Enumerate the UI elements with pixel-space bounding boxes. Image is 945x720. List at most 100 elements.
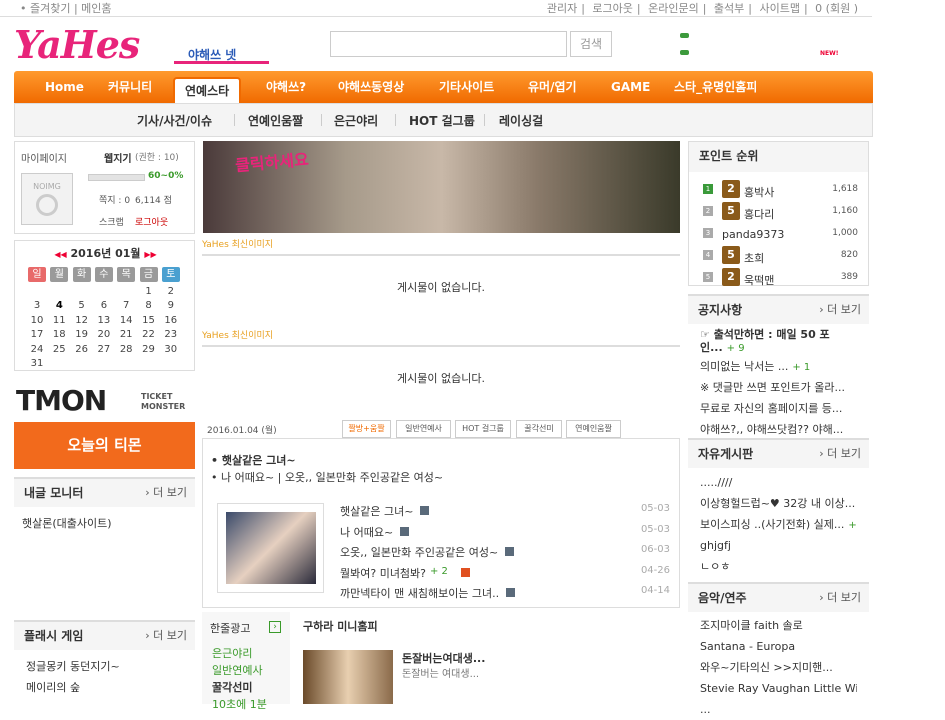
table-row[interactable]: 까만넥타이 맨 새침해보이는 그녀.. 04-14: [340, 585, 675, 603]
list-item[interactable]: 꿀각선미: [212, 679, 267, 696]
site-logo[interactable]: YaHes 야해쓰 넷: [14, 20, 269, 67]
item-title[interactable]: ㄴㅇㅎ: [700, 560, 730, 573]
item-title[interactable]: 보이스피싱 ..(사기전화) 실제...: [700, 518, 844, 531]
nav-home[interactable]: Home: [45, 71, 84, 103]
ranking-row[interactable]: 2 5 홍다리 1,160: [703, 202, 858, 222]
post-title[interactable]: 까만넥타이 맨 새침해보이는 그녀..: [340, 585, 499, 601]
item-title[interactable]: 이상형헐드럽~♥ 32강 내 이상...: [700, 497, 855, 510]
tab-general-ent[interactable]: 일반연예사: [396, 420, 451, 438]
list-item[interactable]: 야해쓰?,, 야해쓰닷컴?? 야해...: [700, 419, 857, 440]
tab-celeb-gif[interactable]: 연예인움짤: [566, 420, 621, 438]
item-title[interactable]: ☞ 출석만하면 : 매일 50 포인...: [700, 328, 830, 354]
subnav-news[interactable]: 기사/사건/이슈: [137, 112, 212, 129]
calendar-day[interactable]: 31: [27, 358, 47, 369]
calendar-day[interactable]: 27: [94, 344, 114, 355]
rank-name[interactable]: 욱떡맨: [744, 272, 774, 288]
nav-star-homepage[interactable]: 스타_유명인홈피: [674, 71, 757, 103]
tab-jjalbang[interactable]: 짤방+움짤: [342, 420, 391, 438]
calendar-day[interactable]: 9: [161, 300, 181, 311]
headline-2[interactable]: • 나 어때요~ | 오옷,, 일본만화 주인공같은 여성~: [211, 469, 443, 485]
free-more-link[interactable]: › 더 보기: [819, 440, 861, 468]
calendar-day[interactable]: 7: [116, 300, 136, 311]
nav-videos[interactable]: 야해쓰동영상: [338, 71, 404, 103]
calendar-day[interactable]: 20: [94, 329, 114, 340]
calendar-day[interactable]: 6: [94, 300, 114, 311]
list-item[interactable]: 메이리의 숲: [26, 677, 183, 698]
rank-name[interactable]: panda9373: [722, 228, 784, 241]
list-item[interactable]: 보이스피싱 ..(사기전화) 실제... + 1: [700, 514, 857, 535]
banner-image[interactable]: 클릭하세요: [203, 141, 680, 233]
calendar-day[interactable]: 13: [94, 315, 114, 326]
ranking-row[interactable]: 3 panda9373 1,000: [703, 224, 858, 244]
calendar-day[interactable]: 29: [139, 344, 159, 355]
list-item[interactable]: 무료로 자신의 홈페이지를 등...: [700, 398, 857, 419]
list-item[interactable]: 햇살론(대출사이트): [14, 507, 195, 539]
list-item[interactable]: 와우~기타의신 >>지미핸...: [700, 657, 857, 678]
tmon-today-button[interactable]: 오늘의 티몬: [14, 422, 195, 469]
calendar-day[interactable]: 22: [139, 329, 159, 340]
list-item[interactable]: Santana - Europa: [700, 636, 857, 657]
list-item[interactable]: ...: [700, 699, 857, 720]
list-item[interactable]: ghjgfj: [700, 535, 857, 556]
calendar-day[interactable]: 2: [161, 286, 181, 297]
scrap-link[interactable]: 스크랩: [99, 215, 124, 228]
calendar-day[interactable]: 30: [161, 344, 181, 355]
bookmark-links[interactable]: • 즐겨찾기 | 메인홈: [20, 0, 112, 16]
nav-humor[interactable]: 유머/엽기: [528, 71, 577, 103]
search-button[interactable]: 검색: [570, 31, 612, 57]
calendar-day[interactable]: 19: [72, 329, 92, 340]
calendar-day[interactable]: 11: [49, 315, 69, 326]
calendar-day[interactable]: 4: [49, 300, 69, 311]
ranking-row[interactable]: 4 5 초희 820: [703, 246, 858, 266]
list-item[interactable]: 이상형헐드럽~♥ 32강 내 이상...: [700, 493, 857, 514]
item-title[interactable]: 의미없는 낙서는 ...: [700, 360, 788, 373]
ranking-row[interactable]: 5 2 욱떡맨 389: [703, 268, 858, 288]
post-title[interactable]: 나 어때요~: [340, 524, 393, 540]
calendar-day[interactable]: 25: [49, 344, 69, 355]
notice-more-link[interactable]: › 더 보기: [819, 296, 861, 324]
list-item[interactable]: .....////: [700, 472, 857, 493]
item-title[interactable]: .....////: [700, 476, 732, 489]
memo-count[interactable]: 쪽지 : 0: [99, 193, 130, 206]
logout-link-sidebar[interactable]: 로그아웃: [135, 215, 168, 228]
minihome-post-title[interactable]: 돈잘버는여대생...: [402, 650, 485, 666]
ranking-row[interactable]: 1 2 홍박사 1,618: [703, 180, 858, 200]
minihome-image[interactable]: [303, 650, 393, 704]
flash-more-link[interactable]: › 더 보기: [145, 622, 187, 650]
subnav-hot-girlgroup[interactable]: HOT 걸그룹: [409, 112, 475, 129]
calendar-day[interactable]: 26: [72, 344, 92, 355]
list-item[interactable]: 일반연예사: [212, 662, 267, 679]
headline-1[interactable]: • 햇살같은 그녀~: [211, 452, 296, 468]
monitor-more-link[interactable]: › 더 보기: [145, 479, 187, 507]
item-title[interactable]: ※ 댓글만 쓰면 포인트가 올라...: [700, 381, 845, 394]
calendar-day[interactable]: 3: [27, 300, 47, 311]
calendar-day[interactable]: 14: [116, 315, 136, 326]
calendar-day[interactable]: 18: [49, 329, 69, 340]
post-title[interactable]: 햇살같은 그녀~: [340, 503, 413, 519]
table-row[interactable]: 나 어때요~ 05-03: [340, 524, 675, 542]
calendar-day[interactable]: 24: [27, 344, 47, 355]
subnav-celebrity-gif[interactable]: 연예인움짤: [248, 112, 303, 129]
list-item[interactable]: 10초에 1분: [212, 696, 267, 713]
calendar-day[interactable]: 23: [161, 329, 181, 340]
list-item[interactable]: 의미없는 낙서는 ... + 1: [700, 356, 857, 377]
table-row[interactable]: 햇살같은 그녀~ 05-03: [340, 503, 675, 521]
arrow-right-icon[interactable]: ›: [269, 621, 281, 633]
avatar[interactable]: NOIMG: [21, 173, 73, 225]
calendar-day[interactable]: 28: [116, 344, 136, 355]
rank-name[interactable]: 초희: [744, 250, 764, 266]
calendar-day[interactable]: 8: [139, 300, 159, 311]
subnav-subtle[interactable]: 은근야리: [334, 112, 378, 129]
post-title[interactable]: 오옷,, 일본만화 주인공같은 여성~: [340, 544, 498, 560]
rank-name[interactable]: 홍다리: [744, 206, 774, 222]
calendar-day[interactable]: 16: [161, 315, 181, 326]
tab-hot-girlgroup[interactable]: HOT 걸그룹: [455, 420, 511, 438]
member-count[interactable]: 0 (회원 ): [811, 2, 862, 15]
list-item[interactable]: ※ 댓글만 쓰면 포인트가 올라...: [700, 377, 857, 398]
calendar-day[interactable]: 1: [139, 286, 159, 297]
calendar-day[interactable]: 15: [139, 315, 159, 326]
list-item[interactable]: Stevie Ray Vaughan Little Wi...: [700, 678, 857, 699]
nav-entertainment[interactable]: 연예스타: [173, 77, 242, 105]
nav-community[interactable]: 커뮤니티: [108, 71, 152, 103]
prev-month-icon[interactable]: ◀◀: [54, 250, 66, 259]
